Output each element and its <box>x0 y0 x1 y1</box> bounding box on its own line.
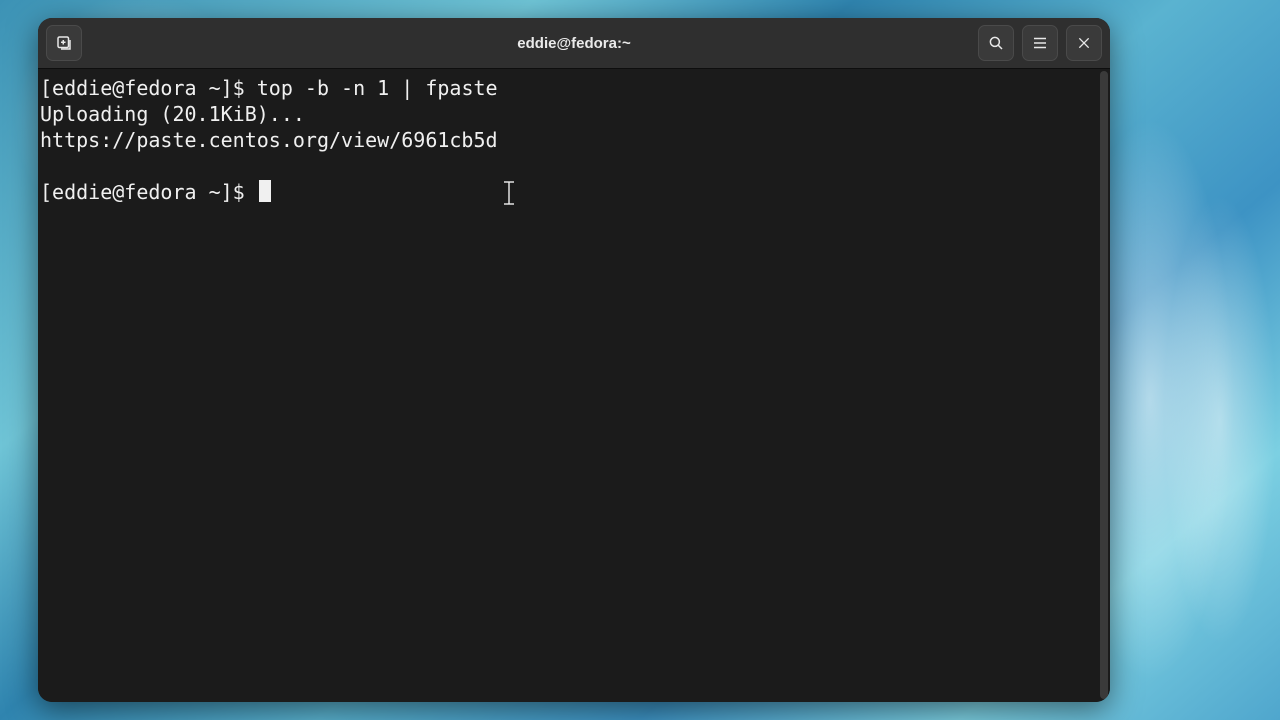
scrollbar-thumb[interactable] <box>1100 71 1108 699</box>
window-title: eddie@fedora:~ <box>38 35 1110 52</box>
terminal-body: [eddie@fedora ~]$ top -b -n 1 | fpaste U… <box>38 69 1110 702</box>
block-cursor <box>259 180 271 202</box>
terminal-window: eddie@fedora:~ <box>38 18 1110 702</box>
search-button[interactable] <box>978 25 1014 61</box>
terminal-output[interactable]: [eddie@fedora ~]$ top -b -n 1 | fpaste U… <box>38 69 1098 702</box>
menu-button[interactable] <box>1022 25 1058 61</box>
hamburger-icon <box>1031 34 1049 52</box>
output-line: Uploading (20.1KiB)... <box>40 102 305 126</box>
scrollbar[interactable] <box>1098 69 1110 702</box>
close-button[interactable] <box>1066 25 1102 61</box>
text-cursor-ibeam <box>508 182 510 204</box>
command-text: top -b -n 1 | fpaste <box>257 76 498 100</box>
output-line: https://paste.centos.org/view/6961cb5d <box>40 128 498 152</box>
prompt: [eddie@fedora ~]$ <box>40 76 257 100</box>
new-tab-button[interactable] <box>46 25 82 61</box>
new-tab-icon <box>55 34 73 52</box>
desktop-wallpaper: eddie@fedora:~ <box>0 0 1280 720</box>
search-icon <box>987 34 1005 52</box>
close-icon <box>1076 35 1092 51</box>
terminal-text: [eddie@fedora ~]$ top -b -n 1 | fpaste U… <box>40 75 1096 205</box>
titlebar: eddie@fedora:~ <box>38 18 1110 69</box>
prompt: [eddie@fedora ~]$ <box>40 180 257 204</box>
